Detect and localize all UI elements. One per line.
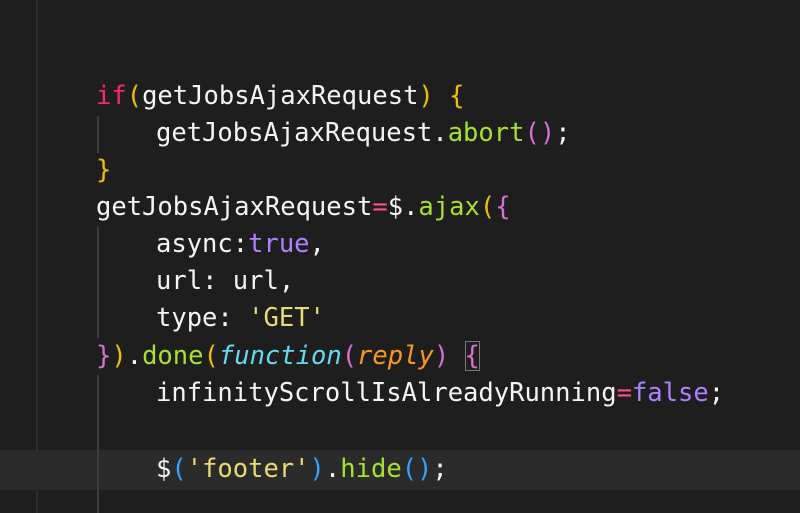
property-token: type: [156, 303, 218, 333]
code-line-10[interactable]: [96, 412, 156, 449]
bracket-token: ): [418, 81, 434, 111]
parameter-token: reply: [357, 341, 434, 371]
string-token: 'GET': [248, 303, 325, 333]
boolean-token: true: [248, 229, 310, 259]
bracket-token: ): [433, 341, 450, 371]
bracket-token: (: [126, 81, 143, 111]
bracket-token: (: [479, 192, 496, 222]
semicolon-token: ;: [432, 454, 448, 484]
identifier-token: infinityScrollIsAlreadyRunning: [156, 378, 617, 408]
method-token: done: [142, 341, 204, 371]
comma-token: ,: [278, 266, 295, 296]
keyword-token: if: [96, 81, 127, 111]
bracket-token: }: [96, 341, 112, 371]
method-token: abort: [447, 118, 525, 148]
code-line-3[interactable]: }: [96, 152, 111, 189]
code-line-4[interactable]: getJobsAjaxRequest=$.ajax({: [96, 189, 511, 226]
colon-token: :: [217, 303, 249, 333]
dot-token: .: [126, 341, 143, 371]
identifier-token: url: [232, 266, 279, 296]
identifier-token: getJobsAjaxRequest: [96, 192, 373, 222]
bracket-token: ): [309, 454, 325, 484]
bracket-token: ): [111, 341, 127, 371]
operator-token: =: [616, 378, 632, 408]
gutter-divider: [36, 0, 38, 513]
comma-token: ,: [309, 229, 325, 259]
method-token: ajax: [418, 192, 480, 222]
bracket-token: (: [171, 454, 187, 484]
colon-token: :: [232, 229, 249, 259]
dot-token: .: [324, 454, 341, 484]
code-line-6[interactable]: url: url,: [96, 263, 294, 300]
property-token: url: [156, 266, 203, 296]
dot-token: .: [403, 192, 419, 222]
function-keyword-token: function: [218, 341, 342, 371]
code-line-9[interactable]: infinityScrollIsAlreadyRunning=false;: [96, 375, 724, 412]
semicolon-token: ;: [708, 378, 725, 408]
bracket-token: (: [524, 118, 540, 148]
code-line-11[interactable]: $('footer').hide();: [96, 451, 448, 488]
code-line-5[interactable]: async:true,: [96, 226, 325, 263]
dot-token: .: [432, 118, 448, 148]
code-line-1[interactable]: if(getJobsAjaxRequest) {: [96, 78, 465, 115]
colon-token: :: [202, 266, 233, 296]
bracket-token: (: [401, 454, 418, 484]
jquery-token: $: [156, 454, 172, 484]
method-token: hide: [340, 454, 402, 484]
code-line-8[interactable]: }).done(function(reply) {: [96, 338, 480, 375]
string-token: 'footer': [186, 454, 310, 484]
boolean-token: false: [631, 378, 709, 408]
identifier-token: getJobsAjaxRequest: [156, 118, 433, 148]
code-line-7[interactable]: type: 'GET': [96, 300, 325, 337]
property-token: async: [156, 229, 233, 259]
operator-token: =: [372, 192, 388, 222]
bracket-token: (: [341, 341, 358, 371]
bracket-token: {: [495, 192, 511, 222]
bracket-token: ): [417, 454, 433, 484]
identifier-token: getJobsAjaxRequest: [142, 81, 419, 111]
bracket-token: }: [96, 155, 112, 185]
code-editor[interactable]: if(getJobsAjaxRequest) { getJobsAjaxRequ…: [0, 0, 800, 513]
bracket-token: (: [203, 341, 219, 371]
code-line-2[interactable]: getJobsAjaxRequest.abort();: [96, 115, 571, 152]
jquery-token: $: [387, 192, 404, 222]
bracket-token: ): [539, 118, 556, 148]
bracket-token: {: [449, 81, 465, 111]
matched-bracket-token: {: [464, 341, 480, 371]
semicolon-token: ;: [555, 118, 571, 148]
